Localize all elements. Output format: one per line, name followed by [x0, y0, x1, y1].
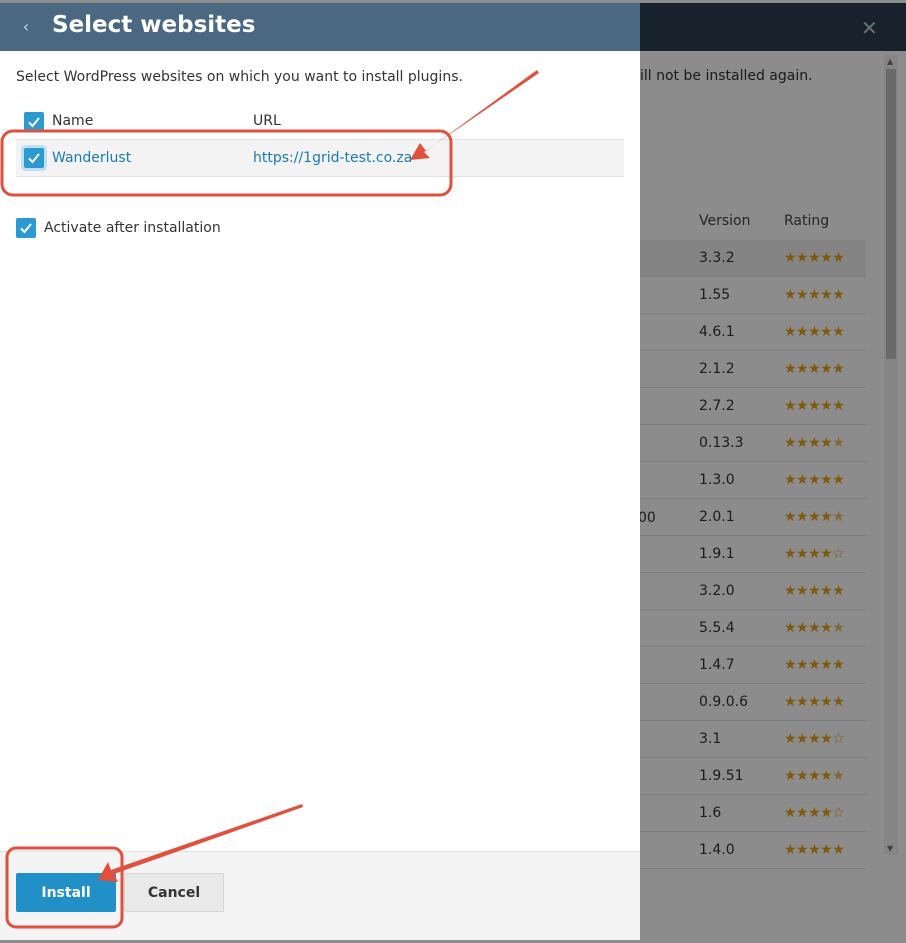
activate-checkbox[interactable] — [16, 218, 36, 238]
chevron-left-icon[interactable]: ‹ — [16, 15, 36, 39]
name-column-header: Name — [52, 113, 94, 129]
select-websites-modal: ‹ Select websites Select WordPress websi… — [0, 3, 640, 940]
cancel-button[interactable]: Cancel — [124, 873, 224, 912]
modal-footer: Install Cancel — [0, 851, 640, 940]
check-icon — [28, 153, 40, 164]
url-column-header: URL — [253, 113, 281, 129]
check-icon — [20, 223, 32, 234]
websites-grid: Name URL Wanderlust https://1grid-test.c… — [16, 105, 624, 177]
activate-label: Activate after installation — [44, 220, 221, 236]
site-url-link[interactable]: https://1grid-test.co.za — [253, 150, 412, 166]
modal-description: Select WordPress websites on which you w… — [16, 69, 463, 85]
install-button[interactable]: Install — [16, 873, 116, 912]
grid-header: Name URL — [16, 105, 624, 139]
site-checkbox[interactable] — [24, 148, 44, 168]
table-row[interactable]: Wanderlust https://1grid-test.co.za — [16, 139, 624, 177]
select-all-checkbox[interactable] — [24, 112, 44, 132]
modal-title: Select websites — [52, 12, 256, 38]
site-name-link[interactable]: Wanderlust — [52, 150, 131, 166]
modal-header: ‹ Select websites — [0, 3, 640, 51]
check-icon — [28, 117, 40, 128]
